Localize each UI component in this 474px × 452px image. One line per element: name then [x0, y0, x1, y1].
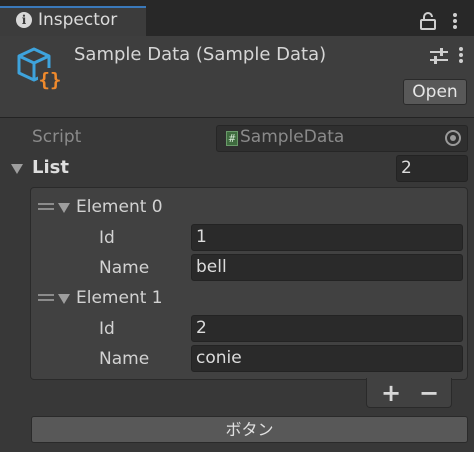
- remove-element-button[interactable]: −: [414, 380, 444, 406]
- element-0-id-label: Id: [99, 228, 115, 248]
- svg-text:{}: {}: [39, 69, 62, 91]
- more-options-icon[interactable]: [458, 46, 464, 64]
- action-button[interactable]: ボタン: [31, 416, 468, 443]
- scriptable-object-icon: {}: [17, 47, 62, 91]
- lock-icon[interactable]: [420, 12, 436, 30]
- script-value: SampleData: [240, 127, 345, 147]
- add-element-button[interactable]: +: [376, 380, 406, 406]
- drag-handle-icon[interactable]: [38, 203, 54, 210]
- element-1-name-label: Name: [99, 349, 150, 369]
- element-foldout-arrow-icon[interactable]: [58, 203, 70, 213]
- more-options-icon[interactable]: [452, 12, 458, 30]
- element-0-id-field[interactable]: [191, 224, 463, 251]
- element-1-id-field[interactable]: [191, 315, 463, 342]
- element-1-id-label: Id: [99, 319, 115, 339]
- script-label: Script: [32, 127, 82, 147]
- element-1-name-value: conie: [196, 348, 242, 368]
- object-title: Sample Data (Sample Data): [74, 44, 327, 65]
- info-icon: i: [16, 12, 32, 28]
- preset-settings-icon[interactable]: [428, 46, 450, 66]
- tab-title: Inspector: [38, 10, 118, 30]
- element-0-label[interactable]: Element 0: [76, 197, 163, 217]
- element-0-name-label: Name: [99, 258, 150, 278]
- element-1-label[interactable]: Element 1: [76, 288, 163, 308]
- element-0-name-field[interactable]: [191, 254, 463, 281]
- element-1-id-value: 2: [196, 318, 207, 338]
- list-label[interactable]: List: [32, 157, 69, 178]
- element-0-name-value: bell: [196, 257, 227, 277]
- open-button[interactable]: Open: [403, 79, 467, 105]
- list-size-value: 2: [401, 158, 412, 178]
- script-file-icon: #: [226, 131, 238, 146]
- drag-handle-icon[interactable]: [38, 294, 54, 301]
- object-picker-icon[interactable]: [445, 130, 461, 146]
- element-foldout-arrow-icon[interactable]: [58, 294, 70, 304]
- element-0-id-value: 1: [196, 227, 207, 247]
- list-foldout-arrow-icon[interactable]: [11, 164, 23, 174]
